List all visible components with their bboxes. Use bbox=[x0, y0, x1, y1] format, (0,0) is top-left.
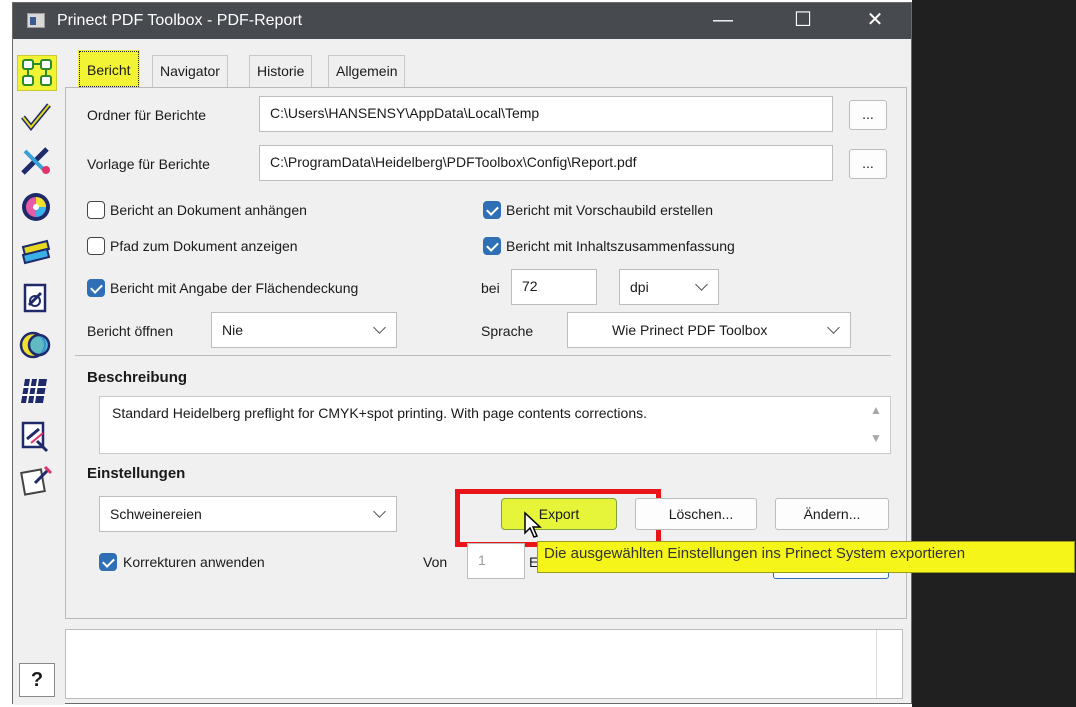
chevron-down-icon bbox=[373, 321, 386, 334]
description-textarea[interactable]: Standard Heidelberg preflight for CMYK+s… bbox=[99, 396, 891, 454]
chevron-down-icon bbox=[827, 321, 840, 334]
coverage-label: Bericht mit Angabe der Flächendeckung bbox=[110, 280, 359, 296]
dpi-unit-value: dpi bbox=[630, 279, 649, 295]
von-input[interactable]: 1 bbox=[467, 543, 525, 579]
language-label: Sprache bbox=[481, 323, 534, 339]
background-area bbox=[912, 0, 1076, 707]
language-value: Wie Prinect PDF Toolbox bbox=[612, 322, 768, 338]
tab-bericht[interactable]: Bericht bbox=[78, 50, 140, 88]
summary-label: Bericht mit Inhaltszusammenfassung bbox=[506, 238, 735, 254]
attach-checkbox[interactable] bbox=[87, 201, 105, 219]
dpi-input[interactable]: 72 bbox=[511, 269, 597, 305]
coverage-checkbox[interactable] bbox=[87, 279, 105, 297]
check-icon[interactable] bbox=[17, 99, 57, 135]
description-text: Standard Heidelberg preflight for CMYK+s… bbox=[112, 405, 648, 421]
ink-icon[interactable] bbox=[17, 327, 57, 363]
template-field[interactable]: C:\ProgramData\Heidelberg\PDFToolbox\Con… bbox=[259, 145, 833, 181]
template-label: Vorlage für Berichte bbox=[87, 156, 210, 172]
delete-button[interactable]: Löschen... bbox=[635, 498, 757, 530]
preview-checkbox[interactable] bbox=[483, 201, 501, 219]
edit-icon[interactable] bbox=[17, 463, 57, 499]
chevron-down-icon bbox=[695, 278, 708, 291]
chevron-down-icon bbox=[373, 505, 386, 518]
scroll-up-icon[interactable]: ▲ bbox=[870, 403, 882, 417]
document-icon[interactable] bbox=[17, 281, 57, 317]
color-icon[interactable] bbox=[17, 189, 57, 225]
path-label: Pfad zum Dokument anzeigen bbox=[110, 238, 298, 254]
settings-value: Schweinereien bbox=[110, 506, 202, 522]
tab-navigator[interactable]: Navigator bbox=[152, 55, 228, 87]
preview-label: Bericht mit Vorschaubild erstellen bbox=[506, 202, 713, 218]
separator bbox=[75, 355, 891, 356]
inspect-icon[interactable] bbox=[17, 419, 57, 455]
title-bar: Prinect PDF Toolbox - PDF-Report — ☐ ✕ bbox=[13, 3, 911, 39]
minimize-button[interactable]: — bbox=[693, 3, 753, 39]
dpi-unit-select[interactable]: dpi bbox=[619, 269, 719, 305]
swatch-icon[interactable] bbox=[17, 235, 57, 271]
maximize-button[interactable]: ☐ bbox=[773, 3, 833, 39]
open-label: Bericht öffnen bbox=[87, 323, 174, 339]
export-button[interactable]: Export bbox=[501, 498, 617, 530]
grid-icon[interactable] bbox=[17, 373, 57, 409]
folder-browse-button[interactable]: ... bbox=[849, 100, 887, 130]
language-select[interactable]: Wie Prinect PDF Toolbox bbox=[567, 312, 851, 348]
open-value: Nie bbox=[222, 322, 244, 338]
scroll-down-icon[interactable]: ▼ bbox=[870, 431, 882, 445]
corrections-label: Korrekturen anwenden bbox=[123, 554, 265, 570]
settings-select[interactable]: Schweinereien bbox=[99, 496, 397, 532]
window-title: Prinect PDF Toolbox - PDF-Report bbox=[57, 12, 303, 29]
close-button[interactable]: ✕ bbox=[845, 3, 905, 39]
description-heading: Beschreibung bbox=[87, 369, 188, 386]
path-checkbox[interactable] bbox=[87, 237, 105, 255]
help-button[interactable]: ? bbox=[19, 663, 55, 697]
log-area[interactable] bbox=[65, 629, 903, 699]
log-divider bbox=[876, 630, 877, 698]
tab-historie[interactable]: Historie bbox=[249, 55, 313, 87]
edit-button[interactable]: Ändern... bbox=[775, 498, 889, 530]
template-browse-button[interactable]: ... bbox=[849, 149, 887, 179]
sidebar: ? bbox=[13, 39, 65, 705]
export-tooltip: Die ausgewählten Einstellungen ins Prine… bbox=[537, 541, 1075, 573]
settings-heading: Einstellungen bbox=[87, 465, 186, 482]
app-icon bbox=[27, 13, 45, 28]
profiles-icon[interactable] bbox=[17, 55, 57, 91]
tab-allgemein[interactable]: Allgemein bbox=[328, 55, 406, 87]
folder-field[interactable]: C:\Users\HANSENSY\AppData\Local\Temp bbox=[259, 96, 833, 132]
open-select[interactable]: Nie bbox=[211, 312, 397, 348]
cursor-icon bbox=[523, 511, 543, 542]
tooltip-text: Die ausgewählten Einstellungen ins Prine… bbox=[544, 545, 966, 562]
main-window: Prinect PDF Toolbox - PDF-Report — ☐ ✕ ?… bbox=[12, 2, 1075, 705]
folder-label: Ordner für Berichte bbox=[87, 107, 207, 123]
attach-label: Bericht an Dokument anhängen bbox=[110, 202, 307, 218]
bei-label: bei bbox=[481, 280, 500, 296]
corrections-checkbox[interactable] bbox=[99, 553, 117, 571]
summary-checkbox[interactable] bbox=[483, 237, 501, 255]
fix-icon[interactable] bbox=[17, 143, 57, 179]
von-label: Von bbox=[423, 554, 448, 570]
